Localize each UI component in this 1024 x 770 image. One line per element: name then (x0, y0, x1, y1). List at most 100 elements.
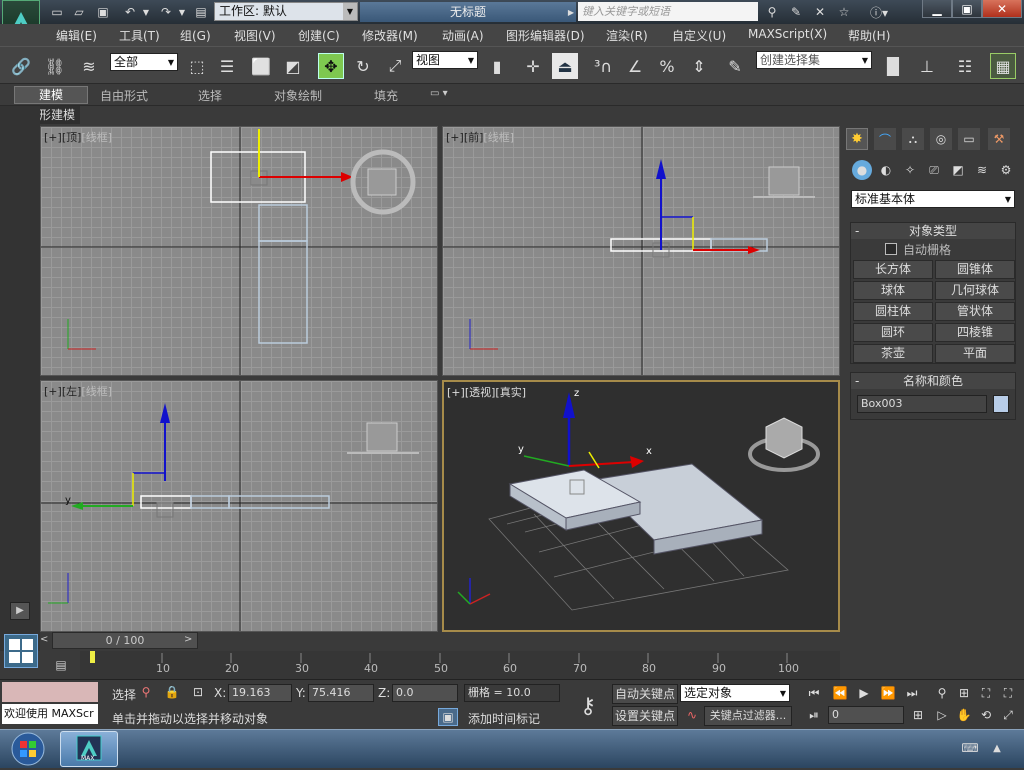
menu-edit[interactable]: 编辑(E) (56, 27, 97, 44)
project-folder-icon[interactable]: ▤ (192, 3, 210, 21)
maxscript-welcome[interactable]: 欢迎使用 MAXScr (2, 704, 98, 724)
select-scale-icon[interactable]: ⤢ (382, 53, 408, 79)
lights-icon[interactable]: ✧ (900, 160, 920, 180)
motion-tab-icon[interactable]: ◎ (930, 128, 952, 150)
tab-selection[interactable]: 选择 (198, 87, 222, 104)
create-tab-icon[interactable]: ✸ (846, 128, 868, 150)
zoom-all-icon[interactable]: ⊞ (954, 684, 974, 702)
rect-selection-icon[interactable]: ⬜ (248, 53, 274, 79)
set-key-button[interactable]: 设置关键点 (612, 706, 678, 726)
tab-object-paint[interactable]: 对象绘制 (274, 87, 322, 104)
zoom-icon[interactable]: ⚲ (932, 684, 952, 702)
select-object-icon[interactable]: ⬚ (184, 53, 210, 79)
maxscript-listener[interactable] (2, 682, 98, 702)
utilities-tab-icon[interactable]: ⚒ (988, 128, 1010, 150)
viewport-left[interactable]: [+][左][线框] y (40, 380, 438, 632)
save-icon[interactable]: ▣ (94, 3, 112, 21)
display-tab-icon[interactable]: ▭ (958, 128, 980, 150)
snap-3-icon[interactable]: ³∩ (590, 53, 616, 79)
angle-snap-icon[interactable]: ∠ (622, 53, 648, 79)
tube-button[interactable]: 管状体 (935, 302, 1015, 321)
go-to-end-icon[interactable]: ⏭ (902, 684, 922, 702)
unlink-icon[interactable]: ⛓ (42, 53, 68, 79)
track-bar[interactable]: 10 20 30 40 50 60 70 80 90 100 (80, 651, 840, 679)
key-mode-toggle-icon[interactable]: ⏯ (804, 706, 824, 724)
reference-coord-combo[interactable]: 视图 (412, 51, 478, 69)
isolate-bulb-icon[interactable]: ⚲ (138, 684, 154, 700)
menu-maxscript[interactable]: MAXScript(X) (748, 27, 827, 41)
geosphere-button[interactable]: 几何球体 (935, 281, 1015, 300)
minimize-button[interactable]: ▁ (922, 0, 952, 18)
named-selection-combo[interactable]: 创建选择集 (756, 51, 872, 69)
next-frame-icon[interactable]: ⏩ (878, 684, 898, 702)
prev-frame-icon[interactable]: ⏪ (830, 684, 850, 702)
menu-modifiers[interactable]: 修改器(M) (362, 27, 418, 44)
curve-editor-icon[interactable]: ▤ (50, 655, 72, 675)
binoculars-icon[interactable]: ⚲ (762, 3, 782, 21)
name-color-title[interactable]: 名称和颜色 (851, 373, 1015, 389)
viewport-perspective[interactable]: [+][透视][真实] y z x (442, 380, 840, 632)
menu-rendering[interactable]: 渲染(R) (606, 27, 648, 44)
key-filter-combo[interactable]: 选定对象 (680, 684, 790, 702)
menu-animation[interactable]: 动画(A) (442, 27, 484, 44)
undo-icon[interactable]: ↶ (120, 3, 140, 21)
zoom-extents-all-icon[interactable]: ⛶ (998, 684, 1018, 702)
select-move-icon[interactable]: ✥ (318, 53, 344, 79)
percent-snap-icon[interactable]: % (654, 53, 680, 79)
pan-hand-icon[interactable]: ✋ (954, 706, 974, 724)
go-to-start-icon[interactable]: ⏮ (804, 684, 824, 702)
new-file-icon[interactable]: ▭ (48, 3, 66, 21)
hierarchy-tab-icon[interactable]: ⛬ (902, 128, 924, 150)
menu-views[interactable]: 视图(V) (234, 27, 276, 44)
redo-icon[interactable]: ↷ (156, 3, 176, 21)
align-icon[interactable]: ⊥ (914, 53, 940, 79)
cameras-icon[interactable]: ⎚ (924, 160, 944, 180)
favorites-star-icon[interactable]: ☆ (834, 3, 854, 21)
link-icon[interactable]: 🔗 (8, 53, 34, 79)
tab-freeform[interactable]: 自由形式 (100, 87, 148, 104)
orbit-icon[interactable]: ⟲ (976, 706, 996, 724)
time-slider[interactable]: 0 / 100 (52, 632, 198, 649)
pivot-center-icon[interactable]: ▮ (484, 53, 510, 79)
viewport-layout-button[interactable] (4, 634, 38, 668)
box-button[interactable]: 长方体 (853, 260, 933, 279)
keyboard-tray-icon[interactable]: ⌨ (960, 738, 980, 758)
key-mode-icon[interactable]: ⚷ (568, 686, 608, 726)
auto-key-button[interactable]: 自动关键点 (612, 684, 678, 704)
menu-create[interactable]: 创建(C) (298, 27, 340, 44)
time-config-icon[interactable]: ⊞ (908, 706, 928, 724)
bind-spacewarp-icon[interactable]: ≋ (76, 53, 102, 79)
time-prev-button[interactable]: < (40, 634, 52, 649)
menu-help[interactable]: 帮助(H) (848, 27, 890, 44)
y-coord-input[interactable]: 75.416 (308, 684, 374, 702)
autogrid-checkbox[interactable] (885, 243, 897, 255)
open-file-icon[interactable]: ▱ (70, 3, 88, 21)
helpers-icon[interactable]: ◩ (948, 160, 968, 180)
key-tangent-icon[interactable]: ∿ (682, 706, 702, 724)
teapot-button[interactable]: 茶壶 (853, 344, 933, 363)
time-tag-icon[interactable]: ▣ (438, 708, 458, 726)
select-rotate-icon[interactable]: ↻ (350, 53, 376, 79)
keyboard-shortcut-icon[interactable]: ⏏ (552, 53, 578, 79)
object-name-input[interactable]: Box003 (857, 395, 987, 413)
add-time-tag[interactable]: 添加时间标记 (468, 710, 540, 727)
menu-group[interactable]: 组(G) (180, 27, 211, 44)
undo-dropdown-icon[interactable]: ▼ (141, 3, 151, 21)
time-next-button[interactable]: > (184, 634, 196, 649)
geometry-icon[interactable]: ● (852, 160, 872, 180)
communication-icon[interactable]: ✕ (810, 3, 830, 21)
sphere-button[interactable]: 球体 (853, 281, 933, 300)
current-frame-input[interactable]: 0 (828, 706, 904, 724)
maximize-viewport-icon[interactable]: ⤢ (998, 706, 1018, 724)
zoom-extents-icon[interactable]: ⛶ (976, 684, 996, 702)
search-input[interactable]: 键入关键字或短语 (578, 2, 758, 21)
help-icon[interactable]: ⓘ▾ (864, 3, 894, 21)
select-by-name-icon[interactable]: ☰ (214, 53, 240, 79)
field-of-view-icon[interactable]: ▷ (932, 706, 952, 724)
pyramid-button[interactable]: 四棱锥 (935, 323, 1015, 342)
x-coord-input[interactable]: 19.163 (228, 684, 292, 702)
object-type-title[interactable]: 对象类型 (851, 223, 1015, 239)
category-combo[interactable]: 标准基本体 (851, 190, 1015, 208)
menu-graph-editors[interactable]: 图形编辑器(D) (506, 27, 585, 44)
menu-tools[interactable]: 工具(T) (119, 27, 160, 44)
